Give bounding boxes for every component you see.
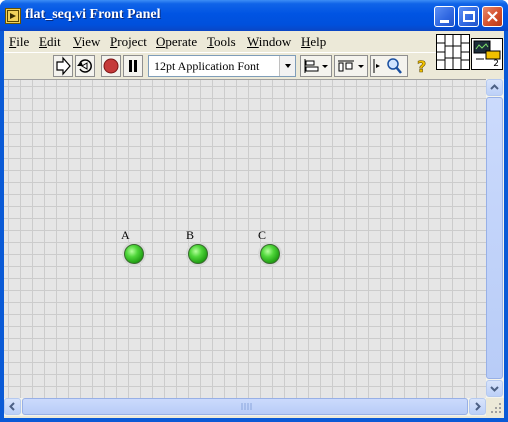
distribute-objects-icon xyxy=(338,60,364,72)
vi-icon[interactable]: 2 xyxy=(471,38,503,70)
scroll-right-button[interactable] xyxy=(469,398,486,415)
menu-file[interactable]: File xyxy=(9,34,29,50)
minimize-button[interactable] xyxy=(434,6,455,27)
vertical-scroll-thumb[interactable] xyxy=(486,97,503,379)
chevron-down-icon xyxy=(490,386,499,392)
boolean-led-a[interactable] xyxy=(124,244,144,264)
connector-pane[interactable] xyxy=(436,34,470,70)
run-button[interactable] xyxy=(53,55,73,77)
scroll-down-button[interactable] xyxy=(486,380,503,397)
run-arrow-icon xyxy=(56,56,71,76)
horizontal-scrollbar[interactable] xyxy=(4,398,486,416)
menu-operate[interactable]: Operate xyxy=(156,34,197,50)
close-icon xyxy=(487,11,498,22)
close-button[interactable] xyxy=(482,6,503,27)
menu-edit[interactable]: Edit xyxy=(39,34,61,50)
client-area: File Edit View Project Operate Tools Win… xyxy=(4,31,504,418)
front-panel[interactable]: A B C xyxy=(4,79,486,398)
boolean-led-b[interactable] xyxy=(188,244,208,264)
align-objects-button[interactable] xyxy=(300,55,332,77)
chevron-up-icon xyxy=(490,84,499,90)
menu-view[interactable]: View xyxy=(73,34,100,50)
run-continuously-icon xyxy=(77,59,92,73)
menu-help[interactable]: Help xyxy=(301,34,326,50)
menu-tools[interactable]: Tools xyxy=(207,34,236,50)
vertical-scrollbar[interactable] xyxy=(486,79,504,398)
resize-grip-icon xyxy=(491,403,501,413)
resize-zoom-button[interactable] xyxy=(370,55,408,77)
pause-icon xyxy=(129,60,137,72)
vi-run-icon[interactable] xyxy=(5,8,21,24)
distribute-objects-button[interactable] xyxy=(334,55,368,77)
title-bar[interactable]: flat_seq.vi Front Panel xyxy=(0,0,508,31)
svg-text:?: ? xyxy=(417,57,426,76)
scroll-grip-icon xyxy=(241,403,252,410)
pause-button[interactable] xyxy=(123,55,143,77)
labview-window: flat_seq.vi Front Panel File Edit View P… xyxy=(0,0,508,422)
window-title: flat_seq.vi Front Panel xyxy=(25,7,161,22)
resize-grip[interactable] xyxy=(486,398,504,416)
maximize-button[interactable] xyxy=(458,6,479,27)
zoom-icon xyxy=(373,58,402,74)
chevron-left-icon xyxy=(9,402,15,411)
indicator-label-a: A xyxy=(121,228,130,242)
context-help-button[interactable]: ? xyxy=(414,55,432,77)
horizontal-scroll-thumb[interactable] xyxy=(22,398,468,415)
terminal-count: 2 xyxy=(493,59,499,69)
abort-button[interactable] xyxy=(101,55,121,77)
boolean-led-c[interactable] xyxy=(260,244,280,264)
scroll-left-button[interactable] xyxy=(4,398,21,415)
connector-pane-pattern-icon xyxy=(437,35,469,69)
font-select[interactable]: 12pt Application Font xyxy=(148,55,296,77)
minimize-icon xyxy=(440,20,449,23)
font-select-dropdown[interactable] xyxy=(279,56,295,76)
menu-bar: File Edit View Project Operate Tools Win… xyxy=(4,31,436,52)
chevron-right-icon xyxy=(475,402,481,411)
run-continuously-button[interactable] xyxy=(75,55,95,77)
toolbar: 12pt Application Font ? xyxy=(4,52,436,78)
chevron-down-icon xyxy=(285,64,291,68)
align-objects-icon xyxy=(304,59,328,73)
abort-icon xyxy=(103,58,119,74)
scroll-up-button[interactable] xyxy=(486,79,503,96)
help-icon: ? xyxy=(417,57,427,77)
menu-window[interactable]: Window xyxy=(247,34,291,50)
menu-project[interactable]: Project xyxy=(110,34,147,50)
indicator-label-b: B xyxy=(186,228,195,242)
indicator-label-c: C xyxy=(258,228,267,242)
maximize-icon xyxy=(463,11,475,22)
